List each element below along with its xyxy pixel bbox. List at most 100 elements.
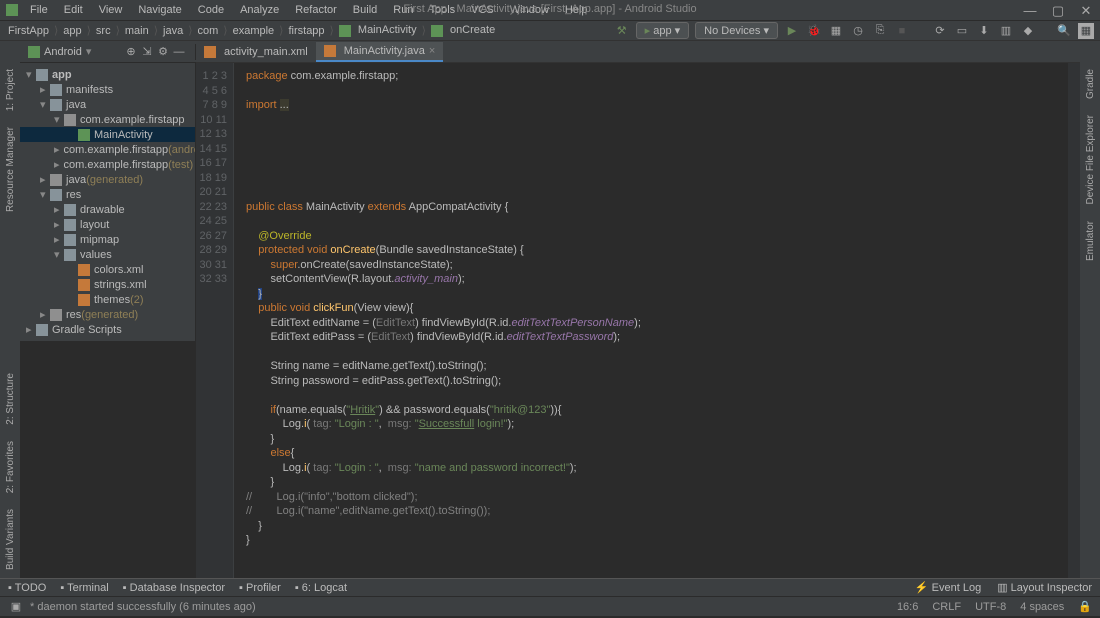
app-logo <box>6 4 18 16</box>
avd-icon[interactable]: ▭ <box>954 23 970 39</box>
editor-tabs: activity_main.xmlMainActivity.java × <box>196 41 1080 63</box>
tree-layout[interactable]: ▸layout <box>20 217 195 232</box>
bottom-6-logcat[interactable]: ▪ 6: Logcat <box>295 582 347 594</box>
tree-manifests[interactable]: ▸manifests <box>20 82 195 97</box>
breadcrumb-main[interactable]: main <box>123 25 151 37</box>
window-title: First App - MainActivity.java [First_App… <box>403 3 696 15</box>
tree-res[interactable]: ▾res <box>20 187 195 202</box>
tree-app[interactable]: ▾app <box>20 67 195 82</box>
search-icon[interactable]: 🔍 <box>1056 23 1072 39</box>
left-tool-rail: 1: ProjectResource Manager 2: Structure2… <box>0 41 20 578</box>
layout-icon[interactable]: ▦ <box>1078 23 1094 39</box>
menu-build[interactable]: Build <box>345 1 385 19</box>
left-rail-top: 1: ProjectResource Manager <box>3 61 18 220</box>
gear-icon[interactable]: ⚙ <box>155 44 171 60</box>
menu-edit[interactable]: Edit <box>56 1 91 19</box>
tree-com.example.firstapp[interactable]: ▾com.example.firstapp <box>20 112 195 127</box>
target-icon[interactable]: ⊕ <box>123 44 139 60</box>
tree-Gradle Scripts[interactable]: ▸Gradle Scripts <box>20 322 195 337</box>
bottom-profiler[interactable]: ▪ Profiler <box>239 582 281 594</box>
attach-icon[interactable]: ⎘ <box>872 23 888 39</box>
close-button[interactable]: ✕ <box>1072 0 1100 21</box>
status-bar: ▣ * daemon started successfully (6 minut… <box>0 596 1100 616</box>
rail-resource-manager[interactable]: Resource Manager <box>3 119 18 220</box>
gutter: 1 2 3 4 5 6 7 8 9 10 11 12 13 14 15 16 1… <box>196 63 234 578</box>
menu-view[interactable]: View <box>91 1 131 19</box>
tab-MainActivity.java[interactable]: MainActivity.java × <box>316 42 444 62</box>
status-utf-8[interactable]: UTF-8 <box>975 601 1006 613</box>
breadcrumb-src[interactable]: src <box>94 25 113 37</box>
rail-emulator[interactable]: Emulator <box>1083 213 1098 269</box>
tool-window-toggle[interactable]: ▣ <box>8 599 24 615</box>
tree-com.example.firstapp[interactable]: ▸com.example.firstapp (androidTest) <box>20 142 195 157</box>
tree-themes[interactable]: themes (2) <box>20 292 195 307</box>
tree-res[interactable]: ▸res (generated) <box>20 307 195 322</box>
status-16-6[interactable]: 16:6 <box>897 601 918 613</box>
tree-strings.xml[interactable]: strings.xml <box>20 277 195 292</box>
status-4-spaces[interactable]: 4 spaces <box>1020 601 1064 613</box>
rail-2-favorites[interactable]: 2: Favorites <box>3 433 18 501</box>
minimize-button[interactable]: — <box>1016 0 1044 21</box>
tree-java[interactable]: ▾java <box>20 97 195 112</box>
project-view-label: Android <box>44 46 82 58</box>
rail-1-project[interactable]: 1: Project <box>3 61 18 119</box>
tree-values[interactable]: ▾values <box>20 247 195 262</box>
menu-code[interactable]: Code <box>190 1 232 19</box>
bottom-todo[interactable]: ▪ TODO <box>8 582 46 594</box>
breadcrumb-app[interactable]: app <box>61 25 83 37</box>
tree-com.example.firstapp[interactable]: ▸com.example.firstapp (test) <box>20 157 195 172</box>
lock-icon[interactable]: 🔒 <box>1078 600 1092 613</box>
menu-analyze[interactable]: Analyze <box>232 1 287 19</box>
tree-java[interactable]: ▸java (generated) <box>20 172 195 187</box>
bottom-database-inspector[interactable]: ▪ Database Inspector <box>123 582 225 594</box>
rail-build-variants[interactable]: Build Variants <box>3 501 18 578</box>
rail-2-structure[interactable]: 2: Structure <box>3 365 18 433</box>
tree-drawable[interactable]: ▸drawable <box>20 202 195 217</box>
status-crlf[interactable]: CRLF <box>932 601 961 613</box>
stop-icon[interactable]: ■ <box>894 23 910 39</box>
debug-icon[interactable]: 🐞 <box>806 23 822 39</box>
project-view-selector[interactable]: Android ▾ ⊕ ⇲ ⚙ — <box>20 44 196 60</box>
tree-MainActivity[interactable]: MainActivity <box>20 127 195 142</box>
toolbar-right: ⚒ ▸ app ▾ No Devices ▾ ▶ 🐞 ▦ ◷ ⎘ ■ ⟳ ▭ ⬇… <box>614 22 1094 39</box>
breadcrumb-example[interactable]: example <box>231 25 277 37</box>
menu-refactor[interactable]: Refactor <box>287 1 345 19</box>
sync-icon[interactable]: ⟳ <box>932 23 948 39</box>
breadcrumb-oncreate[interactable]: onCreate <box>429 24 497 36</box>
breadcrumb-firstapp[interactable]: FirstApp <box>6 25 51 37</box>
hammer-icon[interactable]: ⚒ <box>614 23 630 39</box>
coverage-icon[interactable]: ▦ <box>828 23 844 39</box>
source-code[interactable]: package com.example.firstapp; import ...… <box>234 63 1068 578</box>
menu-navigate[interactable]: Navigate <box>130 1 189 19</box>
rail-device-file-explorer[interactable]: Device File Explorer <box>1083 107 1098 212</box>
breadcrumb-java[interactable]: java <box>161 25 185 37</box>
tool4-icon[interactable]: ▥ <box>998 23 1014 39</box>
breadcrumb-com[interactable]: com <box>196 25 221 37</box>
collapse-icon[interactable]: ⇲ <box>139 44 155 60</box>
navigation-bar: FirstApp⟩app⟩src⟩main⟩java⟩com⟩example⟩f… <box>0 21 1100 41</box>
run-icon[interactable]: ▶ <box>784 23 800 39</box>
device-selector[interactable]: No Devices ▾ <box>695 22 778 39</box>
maximize-button[interactable]: ▢ <box>1044 0 1072 21</box>
breadcrumb-firstapp[interactable]: firstapp <box>286 25 326 37</box>
project-tree[interactable]: ▾app▸manifests▾java▾com.example.firstapp… <box>20 63 196 341</box>
hide-icon[interactable]: — <box>171 44 187 60</box>
tool5-icon[interactable]: ◆ <box>1020 23 1036 39</box>
breadcrumb-mainactivity[interactable]: MainActivity <box>337 24 419 36</box>
run-config-selector[interactable]: ▸ app ▾ <box>636 22 690 39</box>
menu-file[interactable]: File <box>22 1 56 19</box>
bottom-terminal[interactable]: ▪ Terminal <box>60 582 108 594</box>
layout-inspector-tab[interactable]: ▥ Layout Inspector <box>997 581 1092 594</box>
close-tab-icon[interactable]: × <box>429 45 435 57</box>
tree-colors.xml[interactable]: colors.xml <box>20 262 195 277</box>
right-rail-tabs: GradleDevice File ExplorerEmulator <box>1083 61 1098 269</box>
sdk-icon[interactable]: ⬇ <box>976 23 992 39</box>
tab-activity_main.xml[interactable]: activity_main.xml <box>196 43 316 61</box>
event-log-tab[interactable]: ⚡ Event Log <box>915 581 981 594</box>
tree-mipmap[interactable]: ▸mipmap <box>20 232 195 247</box>
rail-gradle[interactable]: Gradle <box>1083 61 1098 107</box>
profile-icon[interactable]: ◷ <box>850 23 866 39</box>
editor: activity_main.xmlMainActivity.java × 1 2… <box>196 41 1080 578</box>
android-icon <box>28 46 40 58</box>
code-area[interactable]: 1 2 3 4 5 6 7 8 9 10 11 12 13 14 15 16 1… <box>196 63 1080 578</box>
